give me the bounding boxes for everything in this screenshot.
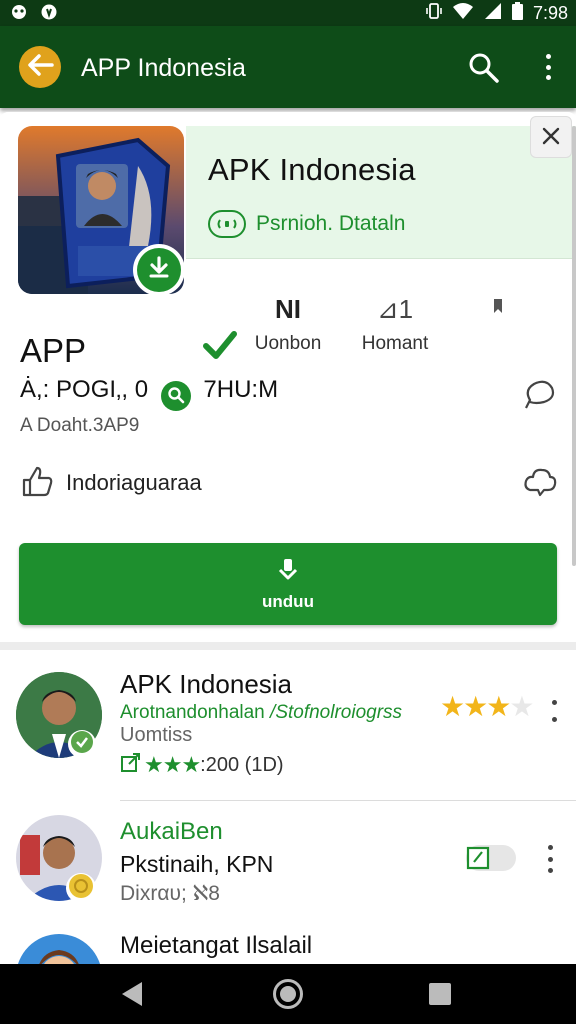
hero-background (186, 126, 576, 258)
back-button[interactable] (19, 46, 61, 88)
vibrate-icon (426, 2, 442, 25)
toggle-switch[interactable] (466, 845, 516, 871)
search-icon (466, 53, 500, 88)
list-item-subtitle: Pkstinaih, KPN (120, 851, 274, 877)
battery-icon (511, 2, 523, 25)
menu-dot (551, 700, 557, 705)
list-item[interactable]: APK Indonesia Arotnandonhalan /Stofnolro… (0, 650, 576, 800)
download-button-label: unduu (262, 591, 314, 611)
clock: 7:98 (532, 3, 568, 23)
more-dot (545, 64, 551, 70)
more-dot (545, 75, 551, 80)
menu-dot (551, 717, 557, 722)
list-item-title: AukaiBen (120, 818, 223, 845)
thumbs-up-icon (20, 466, 54, 502)
developer-part-2: /Stofnolroiogrss (270, 702, 403, 723)
cloud-icon (522, 468, 558, 502)
notification-icon (10, 3, 28, 25)
status-bar: 7:98 (0, 0, 576, 26)
small-stars-icon: ★★★ (144, 752, 201, 777)
list-item-subtitle: Uomtiss (120, 724, 193, 746)
verified-stat (200, 330, 240, 366)
meta-left: Ȧ,: POGI‚, 0 (20, 376, 149, 403)
app-meta-row: Ȧ,: POGI‚, 0 7HU:M (20, 376, 278, 411)
app-bar: APP Indonesia (0, 26, 576, 108)
coin-badge-icon (68, 873, 94, 904)
stat-rating-value: ⊿1 (376, 294, 414, 324)
nav-recents-button[interactable] (429, 983, 451, 1005)
rating-text: :200 (1D) (200, 753, 284, 776)
developer-name: Psrnioh. Dtataln (256, 212, 406, 235)
section-divider (0, 642, 576, 650)
menu-dot (547, 868, 553, 873)
close-icon (541, 122, 561, 153)
list-item[interactable]: AukaiBen Pkstinaih, KPN Dixrαυ; ℵ8 (0, 801, 576, 931)
avatar-badge (68, 730, 96, 758)
like-button[interactable] (20, 464, 54, 498)
developer-part-2-text: Stofnolroiogrss (275, 702, 403, 723)
edit-box-icon (466, 845, 492, 876)
list-item-title: APK Indonesia (120, 669, 293, 699)
list-item-menu-button[interactable] (550, 700, 558, 722)
download-circle (137, 248, 181, 292)
stat-rating-label: Homant (361, 333, 429, 354)
meta-right: 7HU:M (203, 376, 279, 403)
download-icon (146, 255, 172, 286)
list-item[interactable]: Meietangat Ilsalail (0, 930, 576, 964)
download-icon (274, 557, 302, 590)
developer-row[interactable]: Psrnioh. Dtataln (208, 210, 405, 238)
app-title: APK Indonesia (208, 152, 416, 187)
nav-back-button[interactable] (122, 982, 142, 1006)
rating-stars-icon: ★★★★ (440, 691, 534, 722)
developer-part-1: Arotnandonhalan (120, 702, 265, 723)
app-bar-title: APP Indonesia (81, 54, 246, 82)
stat-rating: ⊿1 Homant (352, 294, 438, 355)
search-badge-icon (160, 381, 191, 411)
close-button[interactable] (530, 116, 572, 158)
list-item-rating-row: ★★★ :200 (1D) (120, 751, 284, 779)
whatsapp-icon (40, 3, 58, 25)
stat-downloads-value: NI (275, 294, 301, 324)
download-button[interactable]: unduu (19, 543, 557, 625)
bookmark-icon (492, 298, 504, 319)
stat-bookmark[interactable] (486, 298, 510, 320)
scrollbar[interactable] (572, 126, 576, 566)
app-label: APP (20, 332, 87, 369)
stat-downloads: NI Uonbon (244, 294, 332, 355)
list-item-detail: Dixrαυ; ℵ8 (120, 882, 220, 905)
avatar (16, 934, 102, 964)
checkmark-icon (202, 331, 238, 365)
arrow-left-icon (26, 53, 54, 82)
like-label: Indoriaguaraa (66, 470, 202, 495)
stat-downloads-label: Uonbon (254, 333, 322, 354)
more-dot (545, 54, 551, 59)
search-button[interactable] (466, 50, 500, 84)
comment-button[interactable] (520, 378, 556, 414)
menu-dot (547, 856, 553, 862)
menu-dot (547, 845, 553, 850)
list-item-title: Meietangat Ilsalail (120, 932, 313, 959)
hero-divider (186, 258, 576, 259)
verified-badge-icon (70, 730, 94, 759)
avatar-badge (66, 873, 96, 903)
list-item-menu-button[interactable] (546, 845, 554, 873)
nav-home-button[interactable] (273, 979, 303, 1009)
signal-icon (484, 2, 502, 25)
wifi-icon (452, 2, 474, 25)
more-options-button[interactable] (538, 48, 558, 86)
navigation-bar (0, 964, 576, 1024)
chat-bubble-icon (520, 380, 556, 418)
share-button[interactable] (522, 464, 558, 498)
app-sub-info: A Doaht.3AP9 (20, 415, 140, 436)
thumbnail-download-badge[interactable] (133, 244, 185, 296)
share-square-icon (120, 751, 142, 779)
list-item-developer: Arotnandonhalan /Stofnolroiogrss (120, 702, 402, 724)
developer-icon (208, 210, 246, 238)
